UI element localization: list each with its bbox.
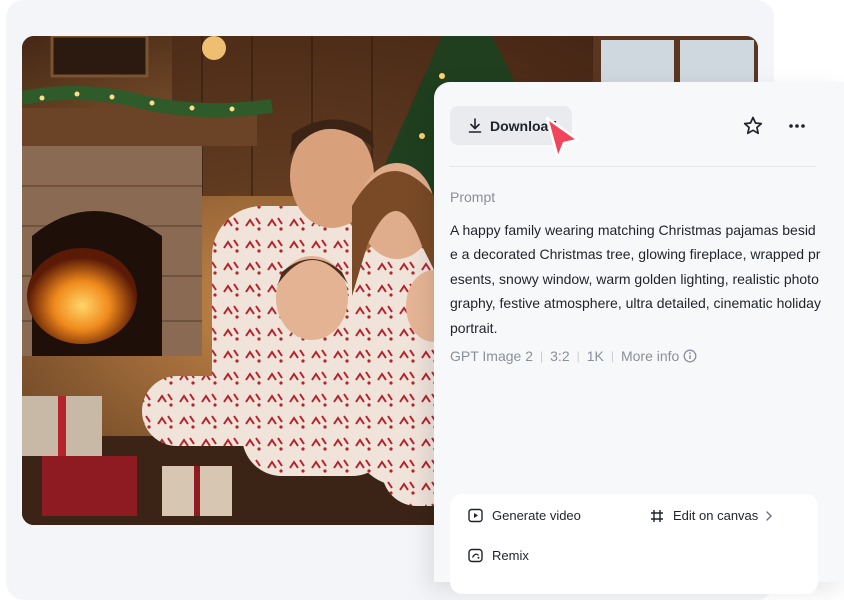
edit-on-canvas-label: Edit on canvas — [673, 508, 759, 523]
prompt-label: Prompt — [450, 189, 496, 205]
action-menu: Generate video Edit on canvas Remix — [450, 494, 818, 594]
meta-separator: | — [576, 349, 580, 363]
image-detail-panel: Download Prompt A happy family wearing m… — [434, 82, 844, 594]
remix-button[interactable]: Remix — [468, 548, 529, 563]
prompt-text: A happy family wearing matching Christma… — [450, 222, 821, 336]
star-icon[interactable] — [742, 115, 764, 137]
info-icon — [683, 349, 697, 363]
generate-video-button[interactable]: Generate video — [468, 508, 581, 523]
more-horizontal-icon[interactable] — [786, 115, 808, 137]
generate-video-label: Generate video — [492, 508, 581, 523]
panel-divider — [450, 166, 816, 167]
remix-label: Remix — [492, 548, 529, 563]
model-name: GPT Image 2 — [450, 348, 534, 364]
meta-separator: | — [540, 349, 544, 363]
image-meta: GPT Image 2 | 3:2 | 1K | More info — [450, 348, 697, 364]
more-info-link[interactable]: More info — [621, 348, 697, 364]
chevron-right-icon — [766, 510, 773, 521]
resolution: 1K — [586, 348, 604, 364]
mouse-pointer-icon — [545, 116, 580, 160]
download-icon — [468, 117, 482, 133]
video-play-icon — [468, 508, 483, 523]
remix-icon — [468, 548, 483, 563]
aspect-ratio: 3:2 — [550, 348, 570, 364]
more-info-label: More info — [620, 348, 680, 364]
edit-on-canvas-button[interactable]: Edit on canvas — [650, 508, 773, 523]
meta-separator: | — [610, 349, 614, 363]
crop-grid-icon — [651, 509, 663, 522]
